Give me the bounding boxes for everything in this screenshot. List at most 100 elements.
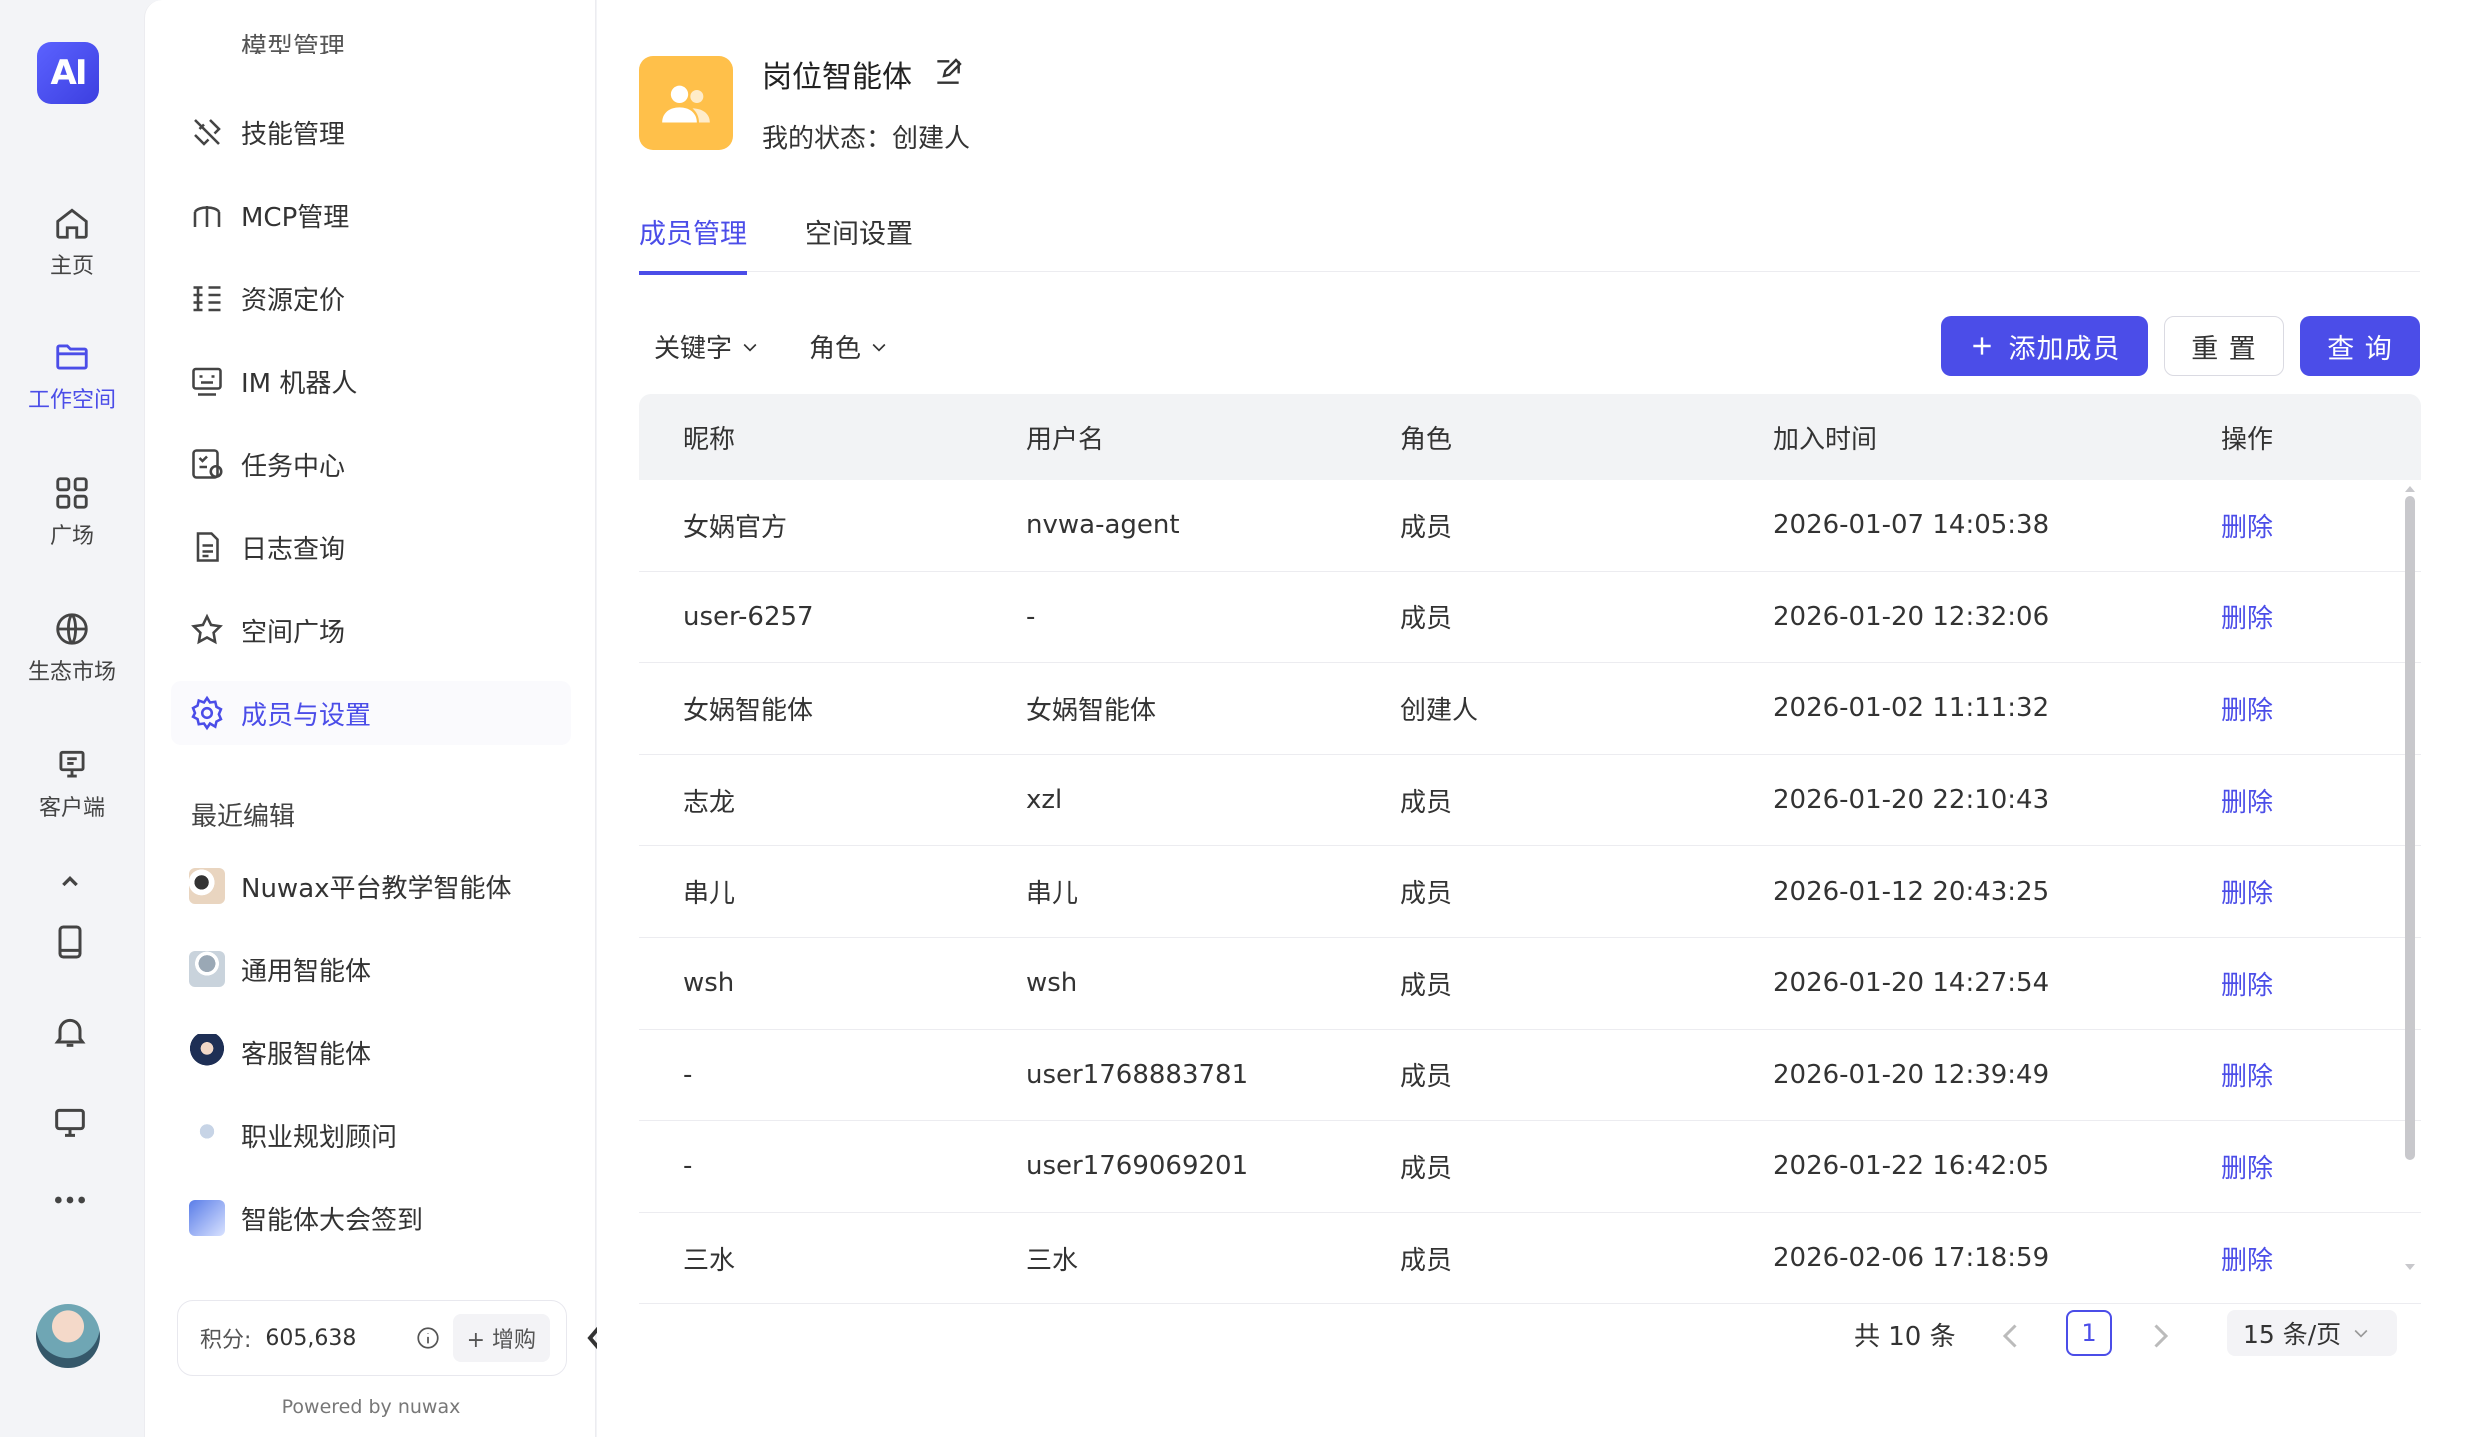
points-label: 积分:: [200, 1328, 252, 1353]
delete-link[interactable]: 删除: [2221, 1213, 2273, 1304]
delete-link[interactable]: 删除: [2221, 1030, 2273, 1121]
delete-link[interactable]: 删除: [2221, 663, 2273, 754]
page-number-current[interactable]: 1: [2066, 1310, 2112, 1356]
query-button[interactable]: 查 询: [2300, 316, 2420, 376]
table-header: 昵称 用户名 角色 加入时间 操作: [639, 394, 2421, 480]
checkin-avatar-icon: [189, 1200, 225, 1236]
home-icon: [56, 208, 88, 239]
menu-label-mcp: MCP管理: [241, 202, 350, 233]
cell-nickname: 女娲官方: [683, 512, 788, 543]
cell-joined: 2026-01-20 12:39:49: [1773, 1059, 2050, 1090]
agent-avatar-icon: [189, 868, 225, 904]
rail-item-plaza[interactable]: 广场: [0, 474, 144, 550]
recent-item-label: 客服智能体: [241, 1039, 372, 1070]
add-member-label: 添加成员: [2008, 333, 2121, 365]
info-icon[interactable]: [415, 1325, 441, 1351]
chevron-up-icon[interactable]: [50, 872, 90, 888]
cell-joined: 2026-02-06 17:18:59: [1773, 1243, 2050, 1274]
next-page-icon[interactable]: [2142, 1318, 2178, 1354]
skills-icon: [194, 119, 221, 146]
tab-member-management[interactable]: 成员管理: [639, 212, 747, 275]
cell-username: 三水: [1026, 1245, 1079, 1276]
book-icon[interactable]: [50, 922, 90, 962]
rail-label-home: 主页: [49, 254, 94, 279]
rail-item-market[interactable]: 生态市场: [0, 610, 144, 686]
rail-item-workspace[interactable]: 工作空间: [0, 338, 144, 414]
cell-role: 成员: [1400, 787, 1453, 818]
chevron-down-icon: [2354, 1329, 2368, 1338]
pagination-total: 共 10 条: [1854, 1322, 1956, 1352]
rail-label-workspace: 工作空间: [27, 388, 116, 413]
cell-role: 创建人: [1400, 695, 1479, 726]
role-filter[interactable]: 角色: [809, 328, 889, 365]
cell-username: xzl: [1026, 785, 1063, 816]
delete-link[interactable]: 删除: [2221, 572, 2273, 663]
cell-joined: 2026-01-20 22:10:43: [1773, 785, 2050, 816]
cell-role: 成员: [1400, 604, 1453, 635]
workspace-panel: 模型管理 技能管理 MCP管理 资源定价 IM 机器人 任务中心 日志查询 空间…: [144, 0, 596, 1437]
table-body: 女娲官方 nvwa-agent 成员 2026-01-07 14:05:38 删除 use…: [639, 480, 2421, 1305]
menu-item-pricing[interactable]: 资源定价: [171, 266, 571, 330]
user-avatar[interactable]: [36, 1304, 100, 1368]
header-role: 角色: [1400, 424, 1453, 455]
page-size-label: 15 条/页: [2243, 1320, 2342, 1349]
main-content: 岗位智能体 我的状态：创建人 成员管理 空间设置 关键字 角色 添加成员 重 置…: [597, 0, 2468, 1437]
chevron-down-icon: [872, 343, 886, 352]
tab-space-settings[interactable]: 空间设置: [805, 212, 913, 271]
table-scrollbar[interactable]: [2405, 496, 2415, 1160]
menu-item-log-query[interactable]: 日志查询: [171, 515, 571, 579]
delete-link[interactable]: 删除: [2221, 846, 2273, 937]
recent-item[interactable]: 通用智能体: [189, 939, 569, 999]
menu-label-members-settings: 成员与设置: [241, 700, 372, 731]
plus-icon: [1972, 337, 1991, 355]
cell-nickname: 女娲智能体: [683, 695, 814, 726]
prev-page-icon[interactable]: [1993, 1318, 2029, 1354]
recent-item-label: 职业规划顾问: [241, 1122, 398, 1153]
reset-button[interactable]: 重 置: [2164, 316, 2284, 376]
delete-link[interactable]: 删除: [2221, 755, 2273, 846]
keyword-filter[interactable]: 关键字: [654, 328, 760, 365]
recent-item[interactable]: 职业规划顾问: [189, 1105, 569, 1165]
cell-role: 成员: [1400, 1245, 1453, 1276]
rail-item-client[interactable]: 客户端: [0, 746, 144, 822]
cell-username: 女娲智能体: [1026, 695, 1157, 726]
table-row: 志龙 xzl 成员 2026-01-20 22:10:43 删除: [639, 755, 2421, 847]
more-icon[interactable]: [50, 1180, 90, 1220]
recent-item[interactable]: 客服智能体: [189, 1022, 569, 1082]
robot-icon: [192, 367, 222, 396]
rail-label-plaza: 广场: [49, 524, 94, 549]
cell-username: user1769069201: [1026, 1151, 1249, 1182]
page-size-select[interactable]: 15 条/页: [2227, 1310, 2397, 1356]
menu-item-space-plaza[interactable]: 空间广场: [171, 598, 571, 662]
menu-item-im-robot[interactable]: IM 机器人: [171, 349, 571, 413]
menu-item-task-center[interactable]: 任务中心: [171, 432, 571, 496]
menu-item-skills[interactable]: 技能管理: [171, 100, 571, 164]
delete-link[interactable]: 删除: [2221, 480, 2273, 571]
scroll-up-icon[interactable]: [2403, 484, 2417, 494]
app-logo[interactable]: AI: [37, 42, 99, 104]
add-member-button[interactable]: 添加成员: [1941, 316, 2148, 376]
desktop-icon[interactable]: [50, 1102, 90, 1142]
buy-points-button[interactable]: + 增购: [452, 1314, 550, 1362]
chevron-down-icon: [743, 343, 757, 352]
scroll-down-icon[interactable]: [2403, 1262, 2417, 1272]
cell-role: 成员: [1400, 512, 1453, 543]
cell-joined: 2026-01-22 16:42:05: [1773, 1151, 2050, 1182]
bell-icon[interactable]: [50, 1012, 90, 1052]
cell-username: 串儿: [1026, 879, 1079, 910]
menu-item-mcp[interactable]: MCP管理: [171, 183, 571, 247]
delete-link[interactable]: 删除: [2221, 1121, 2273, 1212]
cell-role: 成员: [1400, 1153, 1453, 1184]
cell-nickname: 三水: [683, 1245, 736, 1276]
menu-item-model[interactable]: 模型管理: [171, 20, 571, 54]
recent-item[interactable]: Nuwax平台教学智能体: [189, 856, 569, 916]
menu-label-space-plaza: 空间广场: [241, 617, 346, 648]
cell-username: user1768883781: [1026, 1059, 1249, 1090]
menu-item-members-settings[interactable]: 成员与设置: [171, 681, 571, 745]
delete-link[interactable]: 删除: [2221, 938, 2273, 1029]
recent-item[interactable]: 智能体大会签到: [189, 1188, 569, 1248]
role-filter-label: 角色: [809, 334, 862, 364]
rail-item-home[interactable]: 主页: [0, 204, 144, 280]
header-nickname: 昵称: [683, 424, 736, 455]
edit-icon[interactable]: [932, 56, 964, 88]
